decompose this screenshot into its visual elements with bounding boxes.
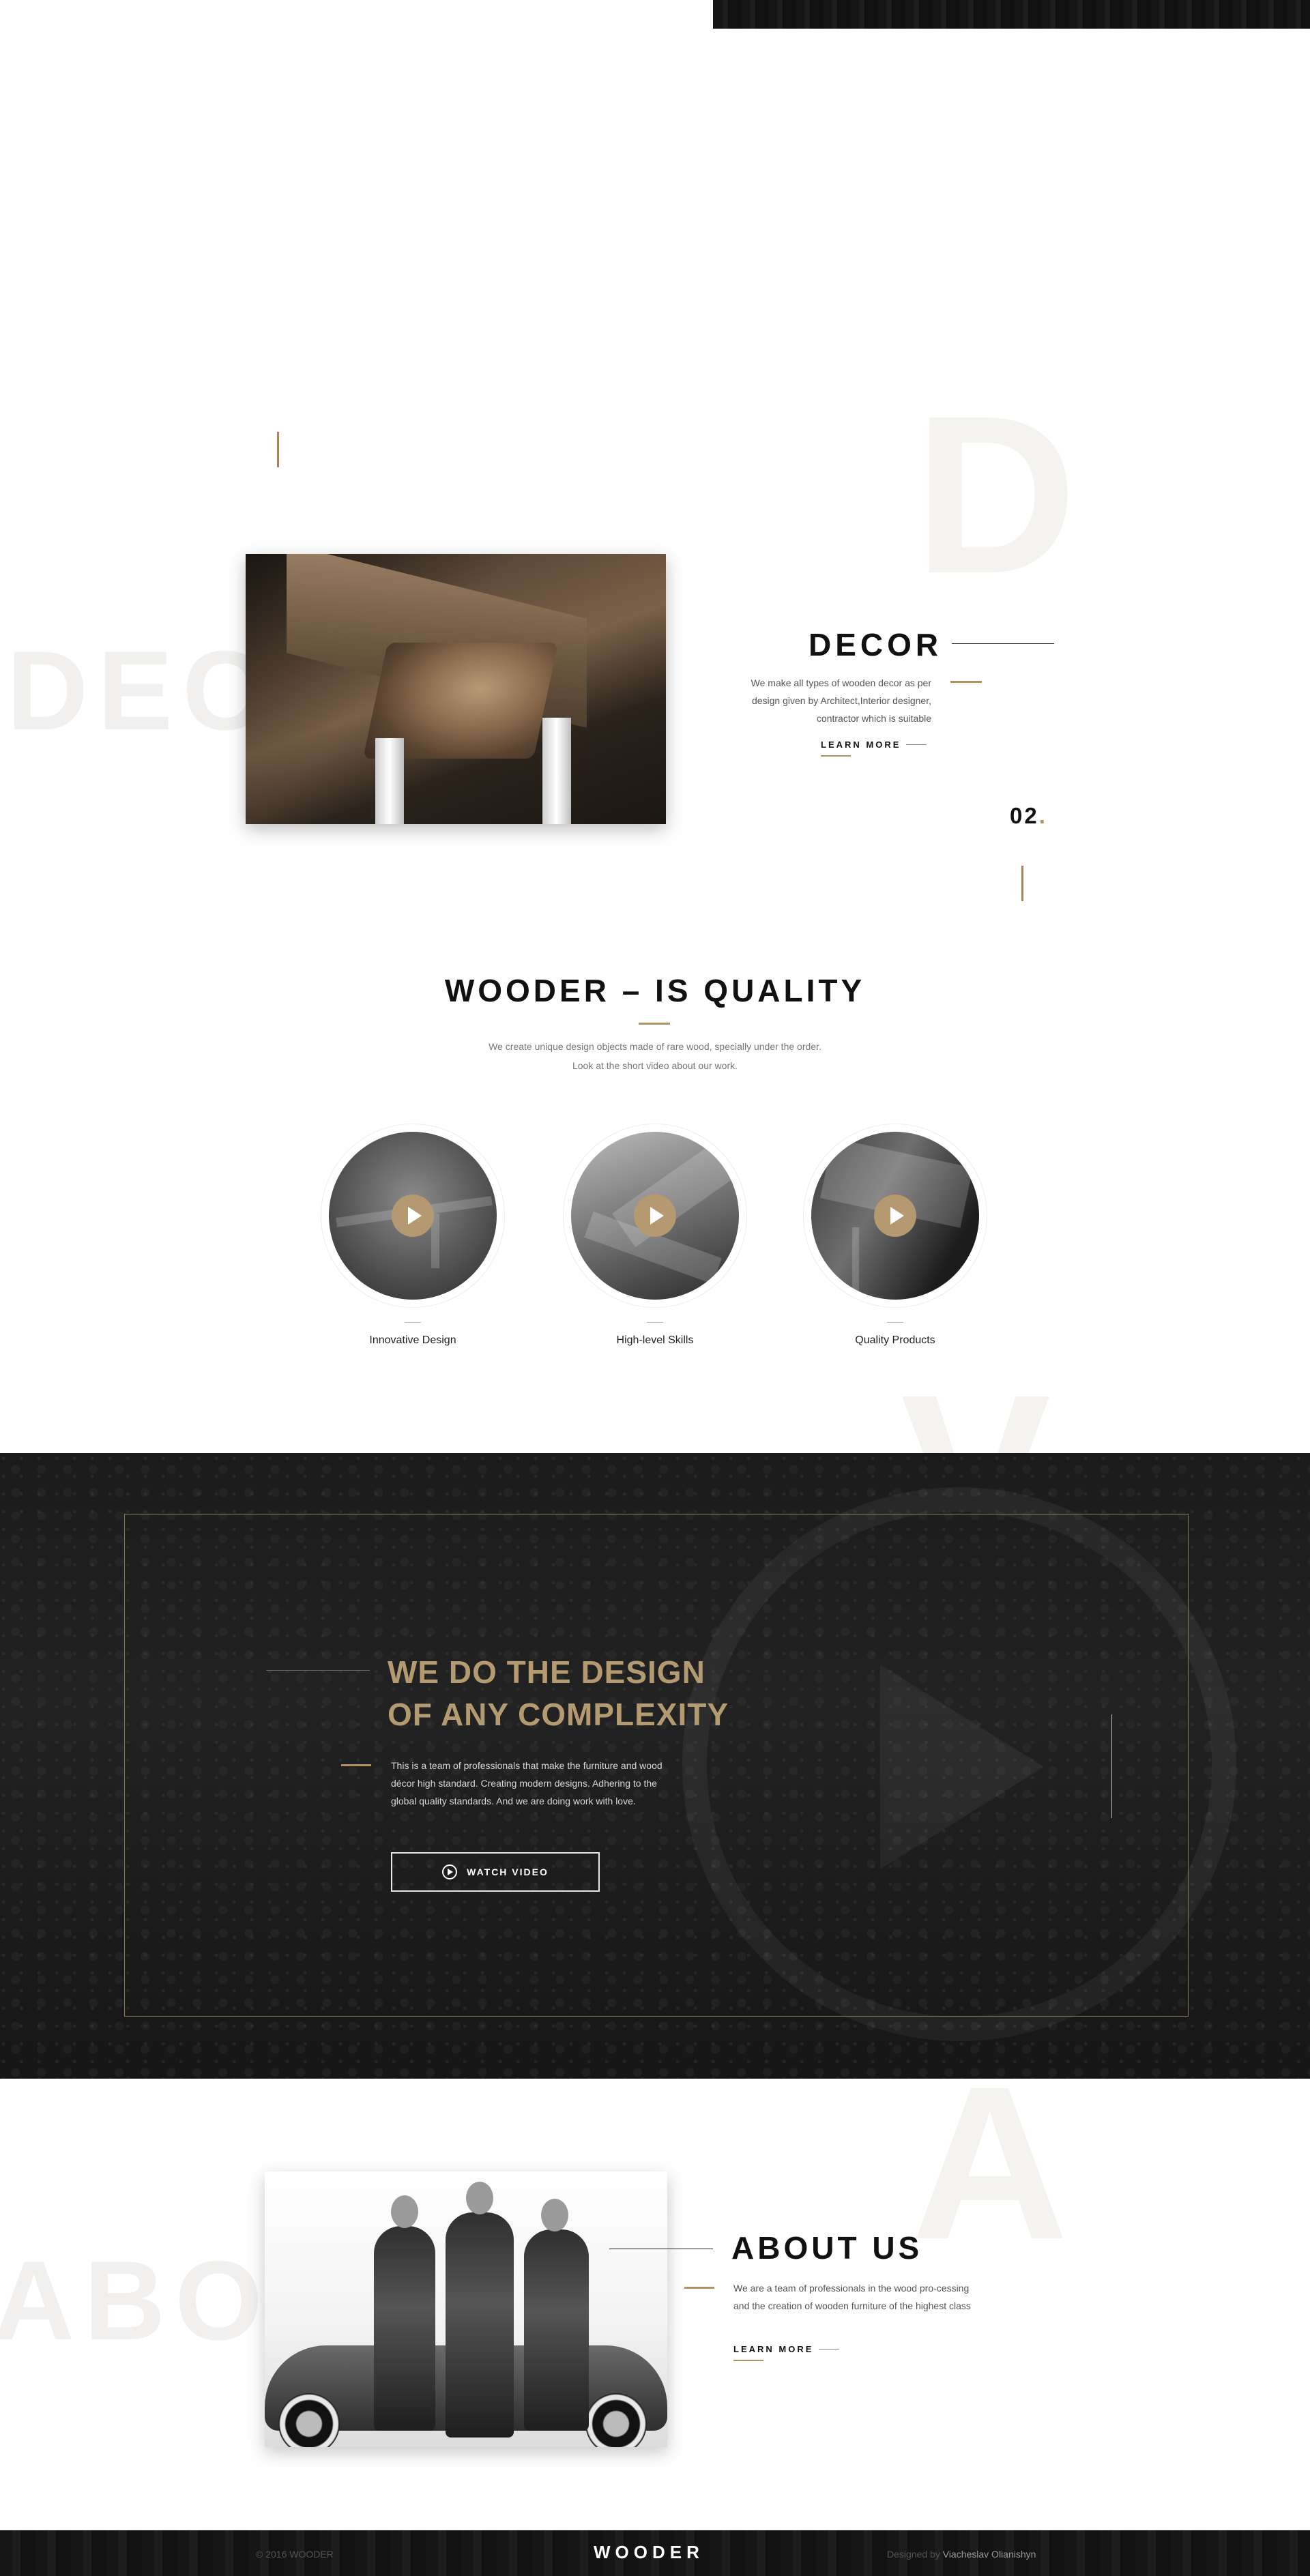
arrow-right-icon [906,744,927,745]
watch-video-button[interactable]: WATCH VIDEO [391,1852,600,1892]
quality-title: WOODER – IS QUALITY [444,973,866,1008]
video-circle-high-level-skills[interactable] [563,1124,747,1308]
learn-more-underline [821,755,851,757]
decor-top-accent-line [277,432,279,467]
top-dark-strip [713,0,1310,29]
watch-video-label: WATCH VIDEO [467,1867,549,1877]
quality-description: We create unique design objects made of … [489,1041,821,1071]
designer-link[interactable]: Viacheslav Olianishyn [943,2549,1036,2560]
about-team-photo [265,2171,667,2447]
quality-accent [639,1023,670,1025]
ghost-letter-a: A [911,2040,1073,2285]
video-title-rule [266,1670,370,1671]
video-circle-innovative-design[interactable] [321,1124,505,1308]
video-text-accent [341,1764,371,1766]
circle-label-dash [647,1322,663,1323]
footer-logo[interactable]: WOODER [594,2542,704,2563]
decor-title-rule [952,643,1054,644]
video-section-title: WE DO THE DESIGN OF ANY COMPLEXITY [388,1654,729,1732]
decor-description: We make all types of wooden decor as per… [751,677,931,724]
section-number: 02. [1010,803,1047,828]
about-title: ABOUT US [731,2230,923,2266]
decor-learn-more-link[interactable]: LEARN MORE [821,740,927,757]
video-section-description: This is a team of professionals that mak… [391,1760,663,1806]
circle-label: Innovative Design [369,1334,456,1346]
play-circle-icon [442,1864,458,1879]
ghost-letter-d: D [914,368,1081,620]
circle-label: Quality Products [855,1334,935,1346]
play-icon[interactable] [392,1195,434,1237]
video-section-vertical-line [1111,1714,1112,1818]
decor-bench-photo [246,554,666,824]
circle-label-dash [405,1322,421,1323]
decor-bottom-accent-line [1021,866,1023,901]
footer-designed-by: Designed by Viacheslav Olianishyn [887,2549,1036,2560]
about-learn-more-label: LEARN MORE [733,2344,814,2354]
play-icon[interactable] [874,1195,916,1237]
learn-more-underline [733,2360,763,2361]
decor-learn-more-label: LEARN MORE [821,740,901,750]
arrow-right-icon [819,2349,840,2350]
about-description: We are a team of professionals in the wo… [733,2283,971,2311]
video-circle-quality-products[interactable] [803,1124,987,1308]
decor-text-accent [950,681,982,683]
circle-label: High-level Skills [616,1334,694,1346]
play-icon[interactable] [634,1195,676,1237]
decor-title: DECOR [809,627,943,662]
about-learn-more-link[interactable]: LEARN MORE [733,2344,840,2361]
about-text-accent [684,2287,714,2289]
circle-label-dash [887,1322,903,1323]
footer-copyright: © 2016 WOODER [256,2549,334,2560]
